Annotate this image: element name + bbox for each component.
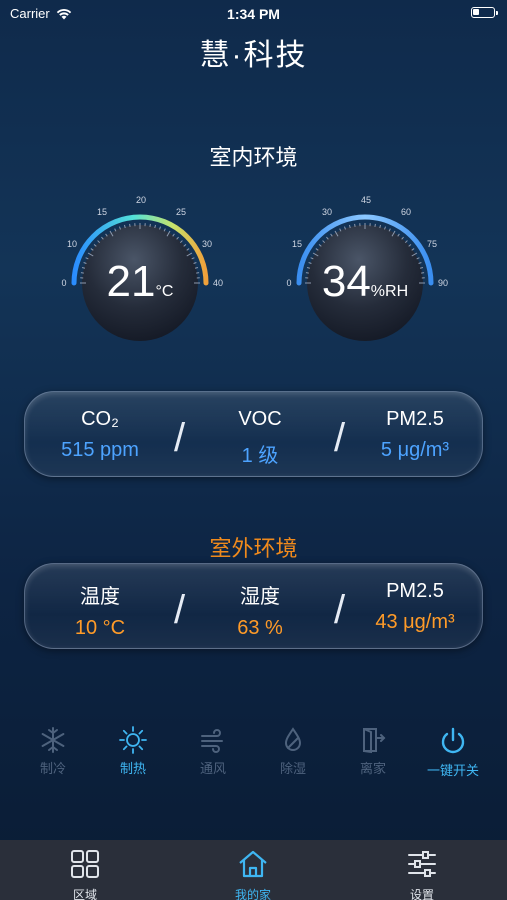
temperature-readout: 21°C [50, 257, 230, 307]
metric-value: 10 °C [74, 617, 126, 639]
mode-label: 制热 [119, 761, 146, 776]
outdoor-metric-pm25: PM2.5 43 μg/m³ [345, 580, 485, 634]
status-time: 1:34 PM [227, 6, 280, 22]
mode-bar: 制冷 制热 通风 除湿 离家 一键开关 [0, 726, 507, 786]
humidity-unit: %RH [370, 283, 409, 300]
mode-label: 除湿 [279, 761, 306, 776]
gauge-tick [374, 223, 376, 227]
tab-area[interactable]: 区域 [35, 848, 135, 900]
hum-tick-60: 60 [401, 207, 411, 217]
tab-bar: 区域 我的家 设置 [0, 840, 507, 900]
gauge-tick [411, 248, 415, 251]
battery-icon [471, 7, 498, 18]
sliders-icon [408, 851, 436, 877]
outdoor-section-title: 室外环境 [209, 536, 298, 561]
metric-label: VOC [238, 408, 282, 430]
mode-heating-button[interactable]: 制热 [93, 726, 173, 777]
hum-tick-30: 30 [322, 207, 332, 217]
temp-tick-20: 20 [136, 195, 146, 205]
droplet-icon [284, 727, 302, 751]
door-exit-icon [363, 728, 386, 754]
hum-tick-45: 45 [361, 195, 371, 205]
gauge-tick [315, 248, 319, 251]
metric-value: 515 ppm [61, 439, 139, 461]
separator-slash: / [174, 416, 186, 460]
outdoor-metric-temperature: 温度 10 °C [30, 580, 170, 640]
temp-tick-25: 25 [176, 207, 186, 217]
metric-value: 1 级 [241, 445, 279, 467]
metric-value: 63 % [237, 617, 283, 639]
status-bar: Carrier 1:34 PM [0, 0, 507, 28]
gauge-tick [149, 223, 151, 227]
metric-label: 温度 [80, 586, 120, 608]
temperature-unit: °C [155, 283, 174, 300]
wind-icon [201, 729, 223, 753]
mode-label: 通风 [199, 761, 226, 776]
mode-label: 制冷 [39, 761, 66, 776]
mode-ventilation-button[interactable]: 通风 [173, 726, 253, 777]
metric-value: 5 μg/m³ [380, 439, 450, 461]
metric-label: PM2.5 [386, 408, 444, 430]
outdoor-metrics-panel: 温度 10 °C / 湿度 63 % / PM2.5 43 μg/m³ [24, 563, 483, 649]
separator-slash: / [334, 416, 346, 460]
separator-slash: / [334, 588, 346, 632]
tab-settings[interactable]: 设置 [372, 848, 472, 900]
tab-my-home[interactable]: 我的家 [203, 848, 303, 900]
mode-label: 离家 [359, 761, 386, 776]
app-title: 慧·科技 [199, 39, 308, 72]
indoor-section-title: 室内环境 [209, 145, 298, 170]
temperature-gauge: 0 10 15 20 25 30 40 21°C [50, 175, 230, 355]
mode-dehumidify-button[interactable]: 除湿 [253, 726, 333, 777]
gauge-tick [354, 223, 356, 227]
gauge-tick [397, 233, 400, 237]
humidity-value: 34 [321, 257, 371, 306]
indoor-metric-voc: VOC 1 级 [190, 408, 330, 468]
snowflake-icon [41, 727, 65, 753]
indoor-metrics-panel: CO₂ 515 ppm / VOC 1 级 / PM2.5 5 μg/m³ [24, 391, 483, 477]
gauge-tick [172, 233, 175, 237]
power-toggle-button[interactable]: 一键开关 [413, 726, 493, 779]
gauge-tick [330, 233, 333, 237]
outdoor-metric-humidity: 湿度 63 % [190, 580, 330, 640]
tab-label: 我的家 [234, 888, 271, 900]
gauge-tick [90, 248, 94, 251]
grid-icon [71, 850, 99, 878]
metric-label: PM2.5 [386, 580, 444, 602]
hum-tick-15: 15 [292, 239, 302, 249]
temp-tick-10: 10 [67, 239, 77, 249]
metric-label: 湿度 [240, 586, 280, 608]
metric-value: 43 μg/m³ [375, 611, 455, 633]
indoor-metric-co2: CO₂ 515 ppm [30, 408, 170, 462]
gauge-tick [186, 248, 190, 251]
sun-icon [119, 726, 147, 754]
humidity-gauge: 0 15 30 45 60 75 90 34%RH [275, 175, 455, 355]
mode-label: 一键开关 [426, 763, 479, 778]
hum-tick-75: 75 [427, 239, 437, 249]
gauge-tick [105, 233, 108, 237]
home-icon [239, 850, 267, 878]
tab-label: 区域 [72, 888, 97, 900]
gauge-tick [129, 223, 131, 227]
indoor-metric-pm25: PM2.5 5 μg/m³ [345, 408, 485, 462]
tab-label: 设置 [409, 888, 434, 900]
temperature-value: 21 [106, 257, 156, 306]
mode-cooling-button[interactable]: 制冷 [13, 726, 93, 777]
power-icon [441, 727, 465, 754]
mode-away-button[interactable]: 离家 [333, 726, 413, 777]
humidity-readout: 34%RH [275, 257, 455, 307]
temp-tick-30: 30 [202, 239, 212, 249]
separator-slash: / [174, 588, 186, 632]
temp-tick-15: 15 [97, 207, 107, 217]
metric-label: CO₂ [81, 408, 119, 430]
